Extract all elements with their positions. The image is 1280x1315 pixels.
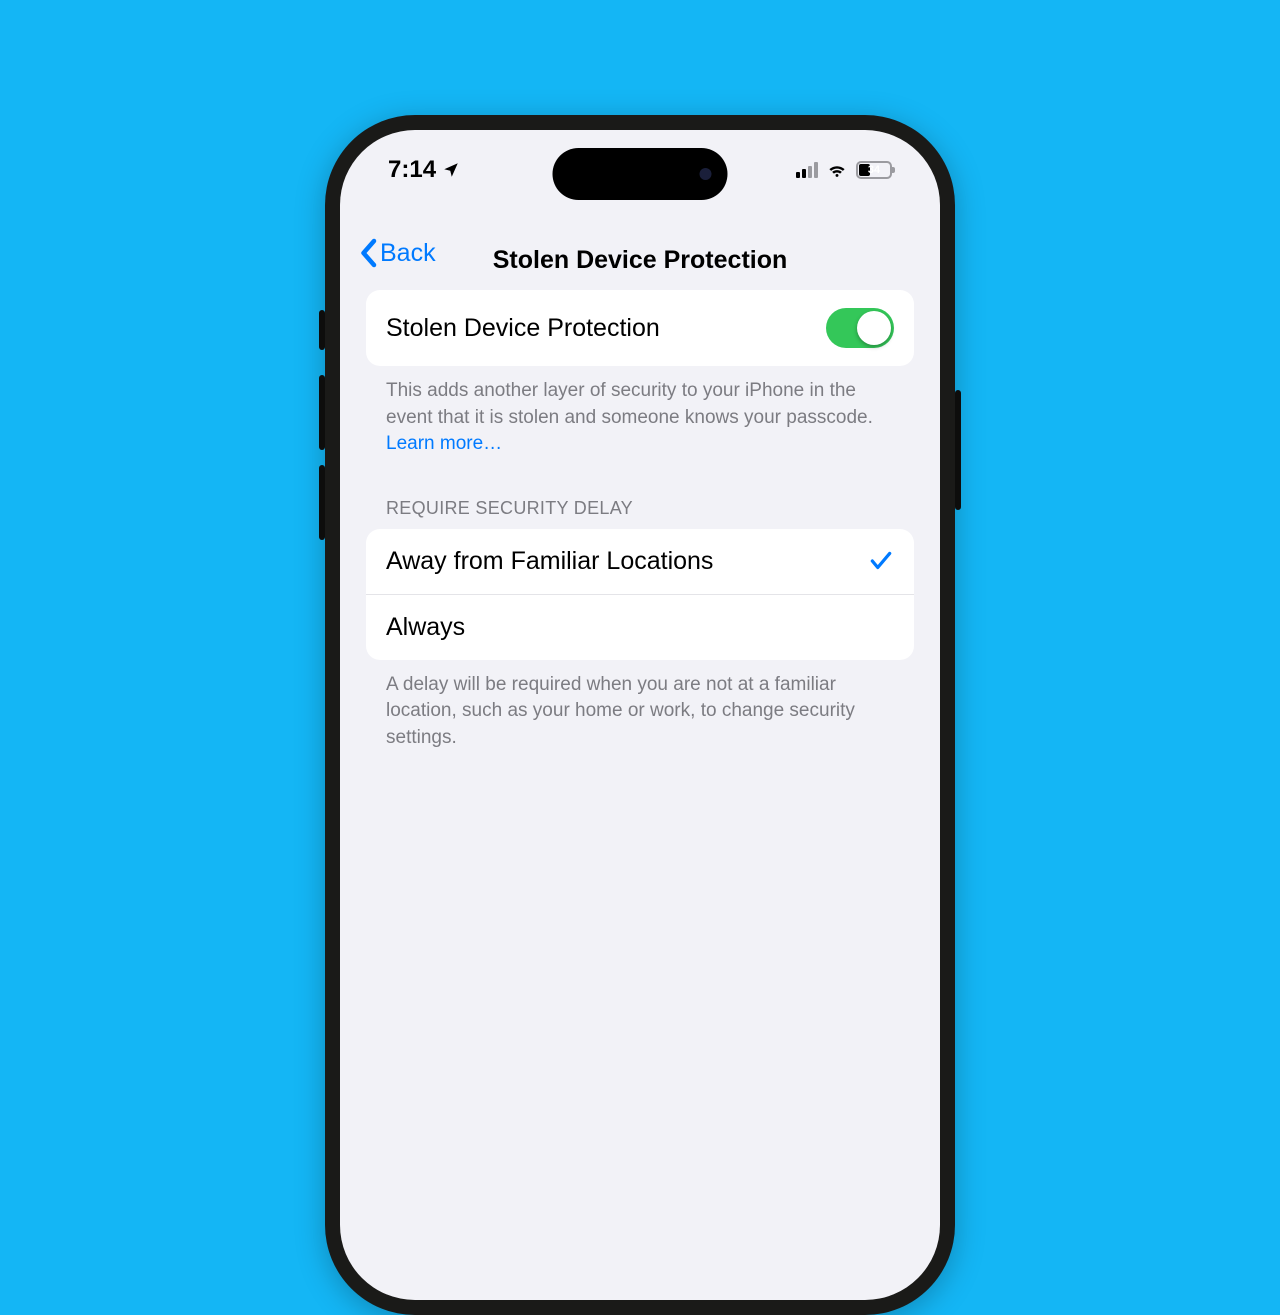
chevron-left-icon [358,238,378,268]
delay-section-header: REQUIRE SECURITY DELAY [366,458,914,529]
volume-up-button[interactable] [319,375,325,450]
power-button[interactable] [955,390,961,510]
protection-footer-text: This adds another layer of security to y… [386,380,873,428]
phone-frame: 7:14 34 Back [325,115,955,1315]
back-button[interactable]: Back [358,238,436,268]
mute-switch[interactable] [319,310,325,350]
checkmark-icon [868,548,894,574]
delay-option-label: Always [386,613,465,642]
delay-option-label: Away from Familiar Locations [386,547,713,576]
delay-footer: A delay will be required when you are no… [366,660,914,752]
screen: 7:14 34 Back [340,130,940,1300]
wifi-icon [826,159,848,181]
protection-toggle-switch[interactable] [826,308,894,348]
back-label: Back [380,239,436,268]
delay-option-away[interactable]: Away from Familiar Locations [366,529,914,594]
volume-down-button[interactable] [319,465,325,540]
page-title: Stolen Device Protection [493,246,788,275]
location-icon [442,161,460,179]
cellular-icon [796,162,818,178]
protection-toggle-card: Stolen Device Protection [366,290,914,366]
battery-icon: 34 [856,161,892,179]
protection-toggle-row[interactable]: Stolen Device Protection [366,290,914,366]
delay-options-card: Away from Familiar Locations Always [366,529,914,660]
delay-option-always[interactable]: Always [366,594,914,660]
protection-toggle-label: Stolen Device Protection [386,314,660,343]
battery-percent: 34 [858,163,890,177]
protection-footer: This adds another layer of security to y… [366,366,914,458]
dynamic-island [553,148,728,200]
status-time: 7:14 [388,156,436,184]
learn-more-link[interactable]: Learn more… [386,433,502,454]
